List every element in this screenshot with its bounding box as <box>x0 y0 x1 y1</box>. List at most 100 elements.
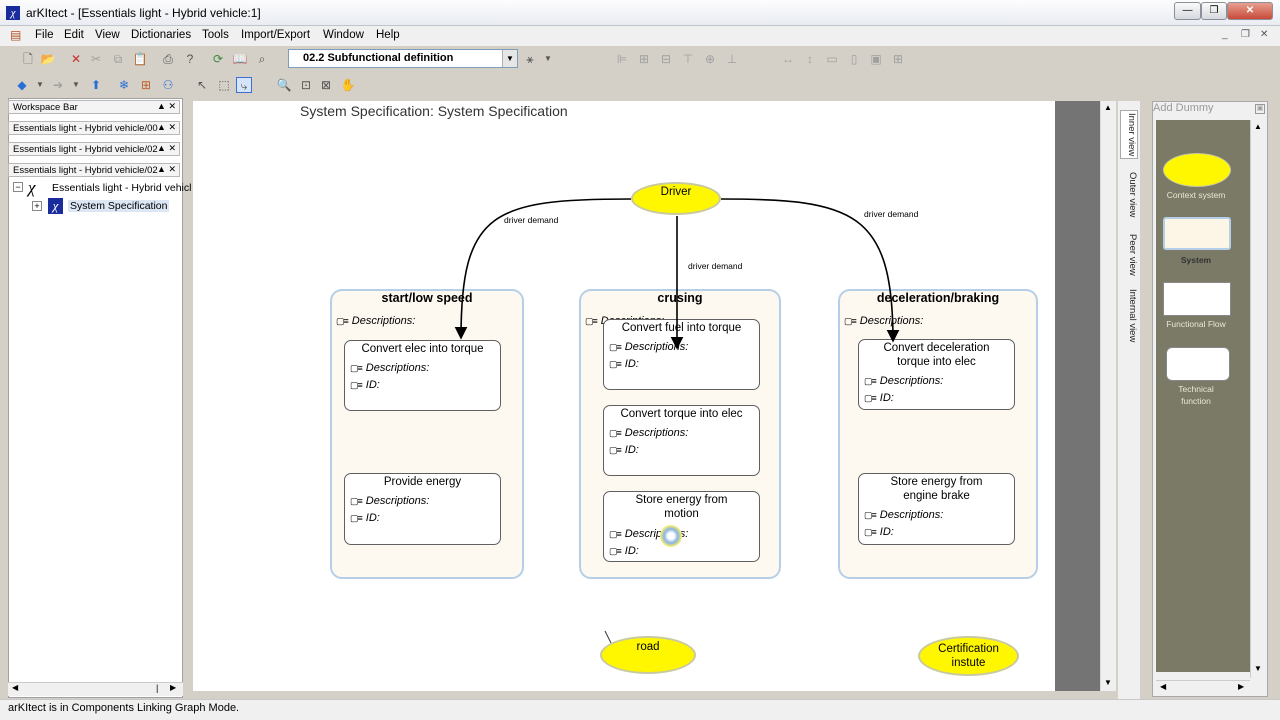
scroll-left-icon[interactable]: ◀ <box>1160 682 1166 691</box>
menu-edit[interactable]: Edit <box>64 29 84 41</box>
delete-icon[interactable]: ✕ <box>68 51 84 67</box>
workspace-bar-2[interactable]: Essentials light - Hybrid vehicle/02 ▲ ✕ <box>8 142 180 156</box>
forward-icon[interactable]: ➔ <box>50 77 66 93</box>
menu-dictionaries[interactable]: Dictionaries <box>131 29 191 41</box>
copy-icon[interactable]: ⧉ <box>110 51 126 67</box>
mdi-restore-icon[interactable]: ❐ <box>1241 29 1250 40</box>
status-text: arKItect is in Components Linking Graph … <box>8 702 240 714</box>
chevron-down-icon[interactable]: ▼ <box>502 50 517 67</box>
expand-icon[interactable]: ❄ <box>116 77 132 93</box>
align-top-icon[interactable]: ⊤ <box>680 51 696 67</box>
palette-vscroll[interactable]: ▲ ▼ <box>1250 120 1266 678</box>
palette-functional-flow-shape[interactable] <box>1163 282 1231 316</box>
grid-icon[interactable]: ⊞ <box>890 51 906 67</box>
same-width-icon[interactable]: ▭ <box>824 51 840 67</box>
tab-internal-view[interactable]: Internal view <box>1120 287 1138 344</box>
zoom-fit-icon[interactable]: ⊡ <box>298 77 314 93</box>
space-horizontal-icon[interactable]: ↔ <box>780 51 796 67</box>
document-icon[interactable]: ▤ <box>10 28 26 43</box>
tab-outer-view[interactable]: Outer view <box>1120 170 1138 219</box>
cut-icon[interactable]: ✂ <box>88 51 104 67</box>
same-size-icon[interactable]: ▣ <box>868 51 884 67</box>
tree-collapse-icon[interactable]: − <box>13 182 23 192</box>
minimize-button[interactable]: — <box>1174 2 1201 20</box>
menu-file[interactable]: File <box>35 29 54 41</box>
workspace-bar-1[interactable]: Essentials light - Hybrid vehicle/00 ▲ ✕ <box>8 121 180 135</box>
collapse-close-icon[interactable]: ▲ ✕ <box>157 143 176 154</box>
scroll-right-icon[interactable]: ▶ <box>1238 682 1244 691</box>
same-height-icon[interactable]: ▯ <box>846 51 862 67</box>
pan-hand-icon[interactable]: ✋ <box>340 77 356 93</box>
scroll-left-icon[interactable]: ◀ <box>12 683 18 692</box>
wand-icon[interactable]: ⚹ <box>522 51 538 67</box>
align-right-icon[interactable]: ⊟ <box>658 51 674 67</box>
menu-view[interactable]: View <box>95 29 120 41</box>
context-driver[interactable]: Driver <box>631 182 721 215</box>
palette-system-shape[interactable] <box>1163 217 1231 250</box>
back-dropdown-icon[interactable]: ▼ <box>32 77 48 93</box>
tree-system-specification[interactable]: System Specification <box>68 200 170 212</box>
zoom-icon[interactable]: 🔍 <box>276 77 292 93</box>
menu-import-export[interactable]: Import/Export <box>241 29 310 41</box>
view-select[interactable]: 02.2 Subfunctional definition ▼ <box>288 49 518 68</box>
select-area-icon[interactable]: ⬚ <box>216 77 232 93</box>
align-left-icon[interactable]: ⊫ <box>614 51 630 67</box>
align-center-icon[interactable]: ⊞ <box>636 51 652 67</box>
palette-context-system-shape[interactable] <box>1163 153 1231 187</box>
wand-dropdown-icon[interactable]: ▼ <box>540 51 556 67</box>
menu-tools[interactable]: Tools <box>202 29 229 41</box>
workspace-bar-header[interactable]: Workspace Bar ▲ ✕ <box>8 100 180 114</box>
help-icon[interactable]: ? <box>182 51 198 67</box>
space-vertical-icon[interactable]: ↕ <box>802 51 818 67</box>
link-mode-icon[interactable]: ⤷ <box>236 77 252 93</box>
align-bottom-icon[interactable]: ⊥ <box>724 51 740 67</box>
left-hscroll[interactable]: ◀ | ▶ <box>8 682 183 696</box>
scroll-right-icon[interactable]: ▶ <box>170 683 176 692</box>
refresh-icon[interactable]: ⟳ <box>210 51 226 67</box>
canvas-vscroll[interactable]: ▲ ▼ <box>1100 101 1116 691</box>
scroll-down-icon[interactable]: ▼ <box>1254 664 1262 673</box>
palette-header: Add Dummy <box>1153 102 1214 114</box>
maximize-button[interactable]: ❐ <box>1201 2 1227 20</box>
collapse-close-icon[interactable]: ▲ ✕ <box>157 164 176 175</box>
binoculars-icon[interactable]: ⌕ <box>254 51 270 67</box>
tab-inner-view[interactable]: Inner view <box>1120 110 1138 160</box>
tab-peer-view[interactable]: Peer view <box>1120 232 1138 278</box>
palette-hscroll[interactable]: ◀ ▶ <box>1156 680 1250 694</box>
menu-help[interactable]: Help <box>376 29 400 41</box>
menu-bar: ▤ File Edit View Dictionaries Tools Impo… <box>0 26 1280 46</box>
open-icon[interactable]: 📂 <box>40 51 56 67</box>
forward-dropdown-icon[interactable]: ▼ <box>68 77 84 93</box>
context-road[interactable]: road <box>600 636 696 674</box>
print-icon[interactable]: ⎙ <box>160 51 176 67</box>
workspace-bar-3[interactable]: Essentials light - Hybrid vehicle/02 ▲ ✕ <box>8 163 180 177</box>
palette-technical-function-shape[interactable] <box>1166 347 1230 381</box>
scroll-up-icon[interactable]: ▲ <box>1254 122 1262 131</box>
scroll-up-icon[interactable]: ▲ <box>1104 103 1112 112</box>
scroll-down-icon[interactable]: ▼ <box>1104 678 1112 687</box>
zoom-page-icon[interactable]: ⊠ <box>318 77 334 93</box>
tree-icon[interactable]: ⚇ <box>160 77 176 93</box>
mdi-minimize-icon[interactable]: _ <box>1222 29 1228 40</box>
mdi-close-icon[interactable]: ✕ <box>1260 29 1268 40</box>
book-icon[interactable]: 📖 <box>232 51 248 67</box>
align-middle-icon[interactable]: ⊕ <box>702 51 718 67</box>
tree-root[interactable]: Essentials light - Hybrid vehicl <box>52 182 191 194</box>
context-certification[interactable]: Certification instute <box>918 636 1019 676</box>
back-icon[interactable]: ◆ <box>14 77 30 93</box>
edge-label: driver demand <box>504 215 559 225</box>
up-icon[interactable]: ⬆ <box>88 77 104 93</box>
palette-system-label: System <box>1180 255 1212 265</box>
new-icon[interactable]: 🗋 <box>20 51 36 67</box>
collapse-close-icon[interactable]: ▲ ✕ <box>157 122 176 133</box>
pointer-icon[interactable]: ↖ <box>194 77 210 93</box>
palette-menu-icon[interactable]: ▣ <box>1255 104 1265 114</box>
palette-functional-flow-label: Functional Flow <box>1166 319 1226 329</box>
paste-icon[interactable]: 📋 <box>132 51 148 67</box>
close-button[interactable]: ✕ <box>1227 2 1273 20</box>
menu-window[interactable]: Window <box>323 29 364 41</box>
workspace-bar-1-label: Essentials light - Hybrid vehicle/00 <box>13 123 158 134</box>
hierarchy-icon[interactable]: ⊞ <box>138 77 154 93</box>
tree-expand-icon[interactable]: + <box>32 201 42 211</box>
collapse-close-icon[interactable]: ▲ ✕ <box>157 101 176 112</box>
